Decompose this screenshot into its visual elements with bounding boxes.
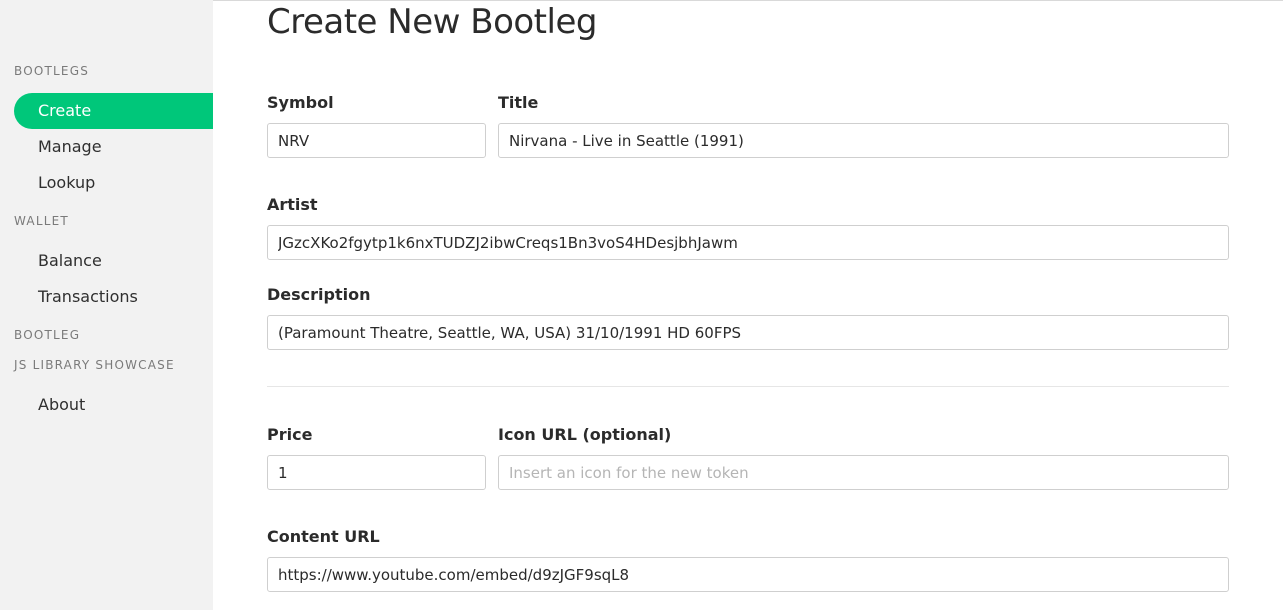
- main-content: Create New Bootleg Symbol Title Artist D…: [267, 0, 1229, 610]
- sidebar-item-balance[interactable]: Balance: [14, 243, 213, 279]
- artist-label: Artist: [267, 195, 318, 214]
- sidebar-item-lookup[interactable]: Lookup: [14, 165, 213, 201]
- sidebar-item-manage[interactable]: Manage: [14, 129, 213, 165]
- sidebar-item-about[interactable]: About: [14, 387, 213, 423]
- description-label: Description: [267, 285, 371, 304]
- sidebar-header-js-library-showcase: JS LIBRARY SHOWCASE: [14, 358, 175, 372]
- icon-url-input[interactable]: [498, 455, 1229, 490]
- sidebar-header-bootleg: BOOTLEG: [14, 328, 81, 342]
- form-divider: [267, 386, 1229, 387]
- sidebar: BOOTLEGS Create Manage Lookup WALLET Bal…: [0, 0, 213, 610]
- title-input[interactable]: [498, 123, 1229, 158]
- sidebar-header-bootlegs: BOOTLEGS: [14, 64, 90, 78]
- icon-url-label: Icon URL (optional): [498, 425, 672, 444]
- description-input[interactable]: [267, 315, 1229, 350]
- content-url-input[interactable]: [267, 557, 1229, 592]
- sidebar-item-transactions[interactable]: Transactions: [14, 279, 213, 315]
- page-title: Create New Bootleg: [267, 2, 597, 42]
- price-label: Price: [267, 425, 313, 444]
- sidebar-item-create[interactable]: Create: [14, 93, 213, 129]
- price-input[interactable]: [267, 455, 486, 490]
- symbol-label: Symbol: [267, 93, 334, 112]
- title-label: Title: [498, 93, 539, 112]
- symbol-input[interactable]: [267, 123, 486, 158]
- artist-input[interactable]: [267, 225, 1229, 260]
- content-url-label: Content URL: [267, 527, 380, 546]
- sidebar-header-wallet: WALLET: [14, 214, 69, 228]
